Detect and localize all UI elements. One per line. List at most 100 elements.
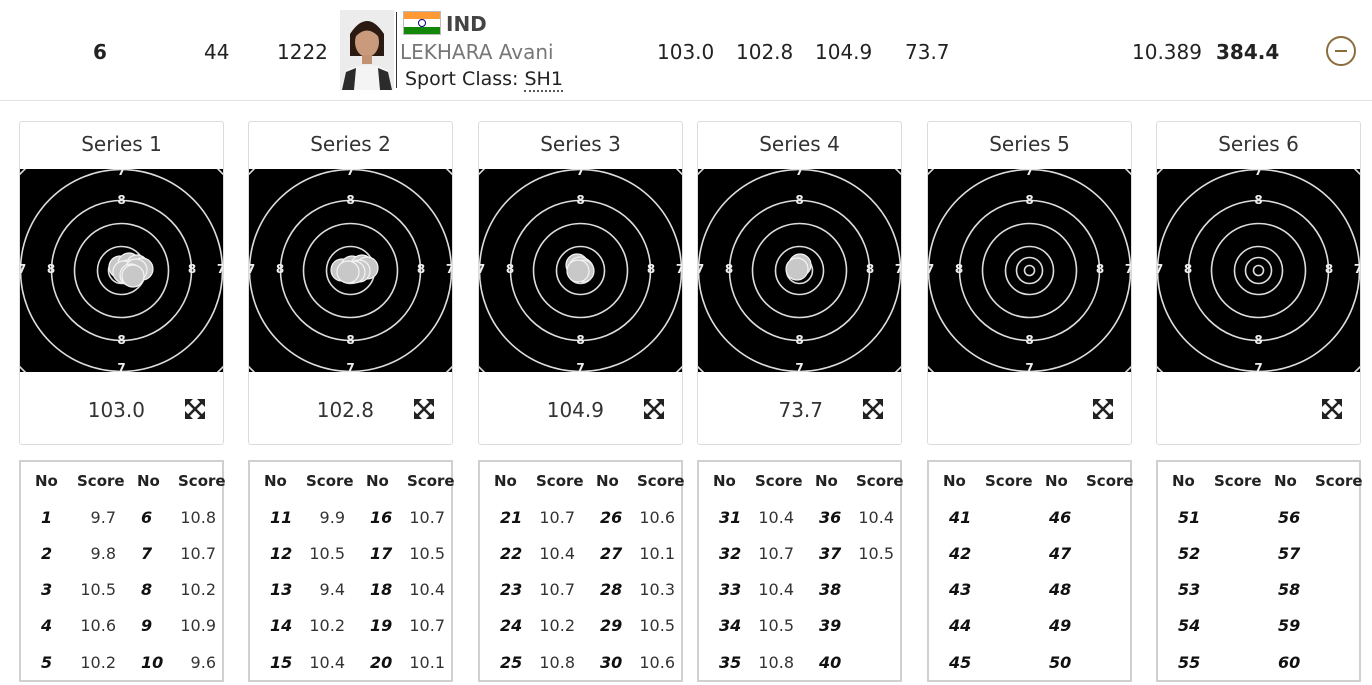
column-header-score: Score (407, 472, 455, 490)
expand-arrows-icon[interactable] (862, 398, 884, 420)
shots-table: No Score No Score 11 9.9 12 10.5 13 9.4 14 10.2 15 10… (248, 460, 455, 682)
column-header-no: No (943, 472, 966, 490)
shot-number: 15 (270, 653, 293, 672)
shot-number: 11 (270, 508, 293, 527)
shot-score: 10.6 (639, 653, 675, 672)
shot-number: 50 (1049, 653, 1072, 672)
shot-score: 10.7 (539, 580, 575, 599)
series-card: Series 6 8 8 8 8 7 7 7 7 (1117, 121, 1372, 445)
series-3-total: 104.9 (815, 40, 873, 64)
ring-label: 7 (20, 262, 26, 276)
shot-score: 10.7 (758, 544, 794, 563)
shot-number: 3 (41, 580, 53, 599)
shot-score: 10.2 (180, 580, 216, 599)
shot-number: 44 (949, 616, 972, 635)
shot-number: 9 (141, 616, 153, 635)
ring-label: 7 (895, 262, 901, 276)
column-header-score: Score (536, 472, 584, 490)
expand-arrows-icon[interactable] (643, 398, 665, 420)
shot-number: 36 (819, 508, 842, 527)
series-card: Series 4 8 8 8 8 7 7 7 7 73.7 (658, 121, 941, 445)
expand-arrows-icon[interactable] (413, 398, 435, 420)
shot-score: 9.7 (90, 508, 116, 527)
shot-score: 10.1 (639, 544, 675, 563)
series-title: Series 5 (989, 132, 1070, 156)
ring-label: 8 (47, 262, 55, 276)
column-header-score: Score (637, 472, 685, 490)
shot-score: 10.8 (180, 508, 216, 527)
shot-score: 9.9 (319, 508, 345, 527)
shot-score: 10.5 (758, 616, 794, 635)
shot-mark (785, 257, 809, 281)
ring-label: 8 (795, 333, 803, 347)
ring-label: 8 (1096, 262, 1104, 276)
series-title: Series 3 (540, 132, 621, 156)
shot-number: 4 (41, 616, 53, 635)
column-header-no: No (815, 472, 838, 490)
shots-table: No Score No Score 31 10.4 32 10.7 33 10.4 34 10.5 35… (697, 460, 904, 682)
shot-score: 9.6 (190, 653, 216, 672)
shot-number: 13 (270, 580, 293, 599)
shot-number: 25 (500, 653, 523, 672)
column-header-no: No (596, 472, 619, 490)
shot-number: 46 (1049, 508, 1072, 527)
ring-label: 7 (217, 262, 223, 276)
ring-label: 8 (1254, 193, 1262, 207)
ring-label: 7 (1157, 262, 1163, 276)
ring-label: 8 (1025, 193, 1033, 207)
shot-number: 22 (500, 544, 523, 563)
column-header-score: Score (77, 472, 125, 490)
shot-number: 18 (370, 580, 393, 599)
shot-number: 24 (500, 616, 523, 635)
ring-label: 7 (1354, 262, 1360, 276)
shot-number: 1 (41, 508, 53, 527)
series-2-total: 102.8 (736, 40, 794, 64)
athlete-photo (340, 10, 394, 90)
expand-arrows-icon[interactable] (1321, 398, 1343, 420)
shot-score: 10.6 (80, 616, 116, 635)
shot-number: 42 (949, 544, 972, 563)
sport-class: Sport Class: SH1 (405, 68, 563, 92)
shot-number: 35 (719, 653, 742, 672)
series-title: Series 6 (1218, 132, 1299, 156)
ring-label: 8 (506, 262, 514, 276)
shot-mark (121, 264, 145, 288)
target-plot: 8 8 8 8 7 7 7 7 (0, 129, 263, 412)
ring-label: 7 (795, 169, 803, 178)
shot-score: 10.7 (180, 544, 216, 563)
ring-label: 7 (928, 262, 934, 276)
start-number: 1222 (277, 40, 328, 64)
athlete-result-row[interactable]: 6 44 1222 IND LEKHARA Avani Sport Class:… (0, 0, 1372, 101)
column-header-score: Score (1315, 472, 1363, 490)
shot-number: 54 (1178, 616, 1201, 635)
ring-label: 8 (647, 262, 655, 276)
shot-score: 10.2 (309, 616, 345, 635)
ring-label: 7 (576, 169, 584, 178)
ring-label: 7 (698, 262, 704, 276)
expand-arrows-icon[interactable] (1092, 398, 1114, 420)
shot-number: 53 (1178, 580, 1201, 599)
column-header-score: Score (856, 472, 904, 490)
expand-arrows-icon[interactable] (184, 398, 206, 420)
target-plot: 8 8 8 8 7 7 7 7 (439, 129, 722, 412)
target-plot: 8 8 8 8 7 7 7 7 (209, 129, 492, 412)
shot-number: 12 (270, 544, 293, 563)
ring-label: 8 (576, 193, 584, 207)
shot-number: 55 (1178, 653, 1201, 672)
minus-circle-icon[interactable] (1326, 36, 1356, 66)
shots-table: No Score No Score 1 9.7 2 9.8 3 10.5 4 10.6 5 10.2 6 10… (19, 460, 226, 682)
shot-score: 10.4 (539, 544, 575, 563)
shot-score: 10.6 (639, 508, 675, 527)
ring-label: 7 (249, 262, 255, 276)
column-header-no: No (1172, 472, 1195, 490)
shot-mark (336, 260, 360, 284)
shot-score: 10.5 (409, 544, 445, 563)
shot-number: 52 (1178, 544, 1201, 563)
shot-number: 58 (1278, 580, 1301, 599)
shot-score: 10.2 (80, 653, 116, 672)
series-card: Series 2 8 8 8 8 7 7 7 7 102.8 (209, 121, 492, 445)
column-header-score: Score (1214, 472, 1262, 490)
shot-score: 10.7 (409, 508, 445, 527)
athlete-name[interactable]: LEKHARA Avani (400, 40, 554, 64)
series-card: Series 3 8 8 8 8 7 7 7 7 104.9 (439, 121, 722, 445)
